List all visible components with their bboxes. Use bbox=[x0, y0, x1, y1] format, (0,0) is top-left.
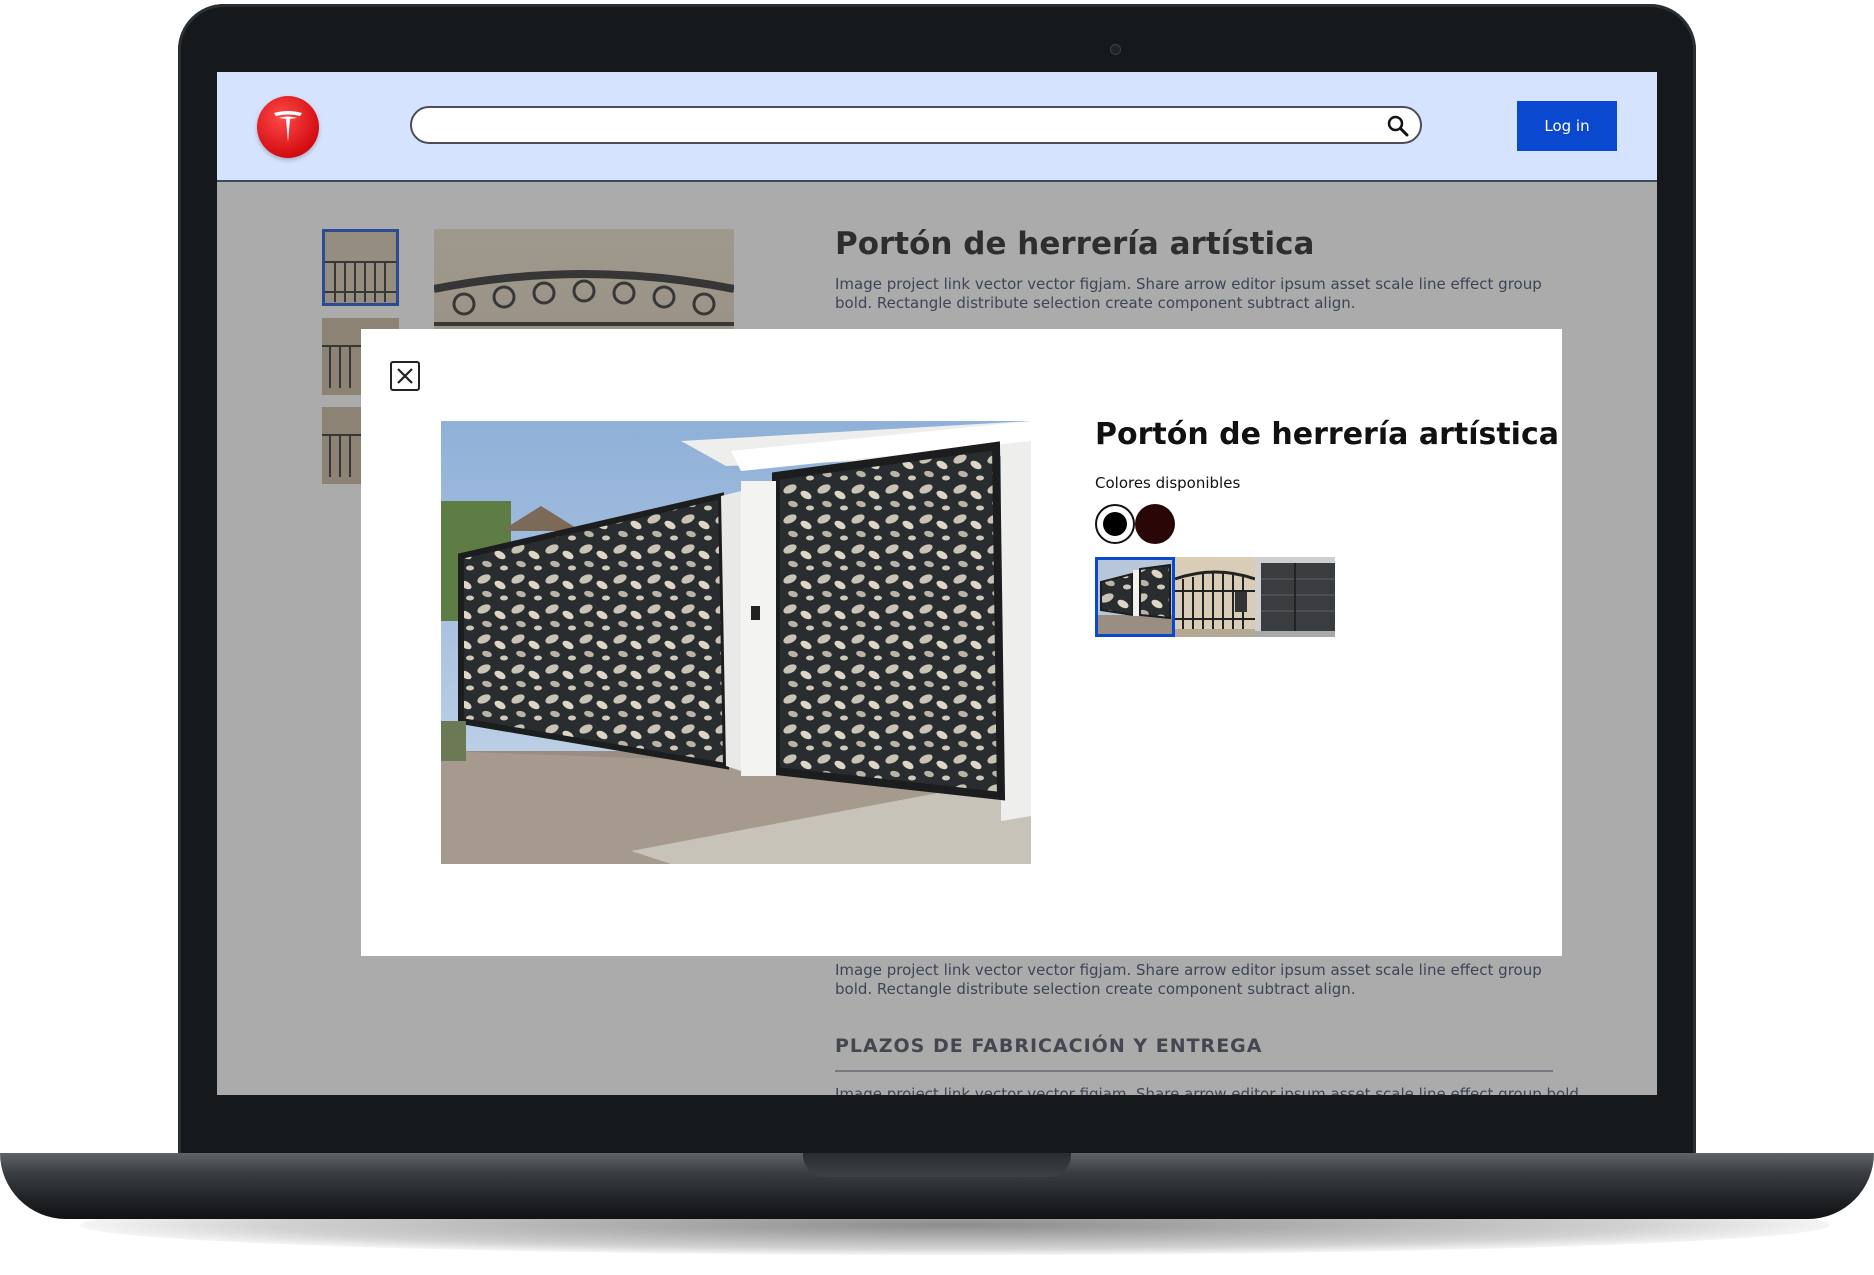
wrought-iron-gate-thumbnail bbox=[1175, 557, 1255, 637]
tesla-logo[interactable] bbox=[257, 96, 319, 158]
color-swatch-black-fill bbox=[1103, 512, 1127, 536]
colors-label: Colores disponibles bbox=[1095, 474, 1241, 492]
laptop-notch bbox=[803, 1153, 1071, 1177]
variant-thumbnail-laser-cut[interactable] bbox=[1095, 557, 1175, 637]
site-header: Log in bbox=[217, 72, 1657, 182]
product-quick-view-modal: Portón de herrería artística Colores dis… bbox=[361, 329, 1562, 956]
color-swatch-dark-brown[interactable] bbox=[1135, 504, 1175, 544]
tesla-logo-icon bbox=[274, 111, 302, 142]
webcam bbox=[1110, 44, 1121, 55]
modal-product-image bbox=[441, 421, 1031, 864]
horizontal-panel-gate-thumbnail bbox=[1255, 557, 1335, 637]
variant-thumbnail-wrought-iron[interactable] bbox=[1175, 557, 1255, 637]
variant-thumbnail-horizontal-panel[interactable] bbox=[1255, 557, 1335, 637]
search-bar[interactable] bbox=[410, 106, 1422, 144]
close-icon bbox=[397, 368, 413, 384]
color-swatch-black[interactable] bbox=[1095, 504, 1135, 544]
laser-cut-gate-thumbnail bbox=[1098, 560, 1172, 634]
search-input[interactable] bbox=[430, 108, 1364, 144]
close-button[interactable] bbox=[390, 361, 420, 391]
laser-cut-gate-image bbox=[441, 421, 1031, 864]
modal-product-title: Portón de herrería artística bbox=[1095, 417, 1559, 452]
search-icon[interactable] bbox=[1386, 114, 1410, 138]
laptop-screen: Log in Portón de herrería artística Imag… bbox=[217, 72, 1657, 1095]
login-button[interactable]: Log in bbox=[1517, 101, 1617, 151]
